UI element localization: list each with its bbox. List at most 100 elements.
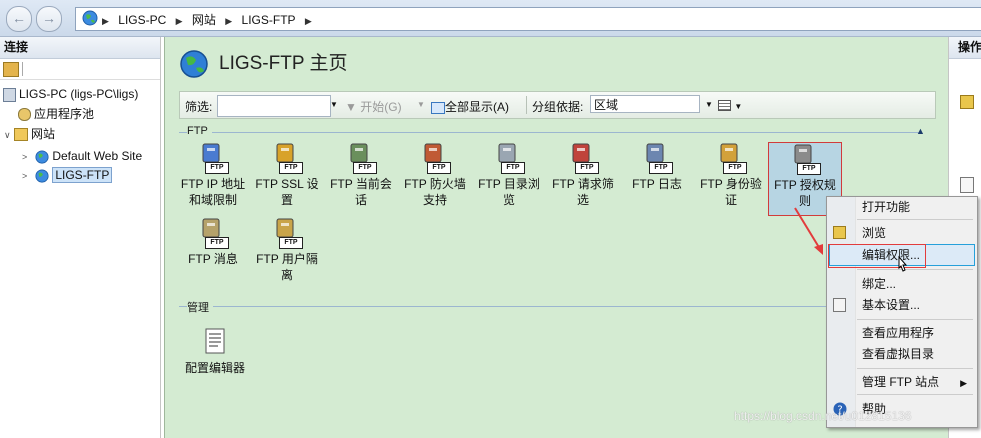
feature-config-editor[interactable]: 配置编辑器 <box>177 326 253 376</box>
ftp-tag: FTP <box>501 162 525 174</box>
ftp-tag: FTP <box>353 162 377 174</box>
start-filter-button: ▼ 开始(G) <box>345 100 402 114</box>
basic-settings-icon <box>833 298 846 312</box>
menu-item-view-applications[interactable]: 查看应用程序 <box>862 323 934 343</box>
feature-label-line2: 置 <box>280 193 293 207</box>
address-bar: ← → ▶ LIGS-PC ▶ 网站 ▶ LIGS-FTP ▶ <box>0 0 981 37</box>
feature-ftp-user-isolation[interactable]: FTP FTP 用户隔离 <box>251 217 323 283</box>
menu-item-open-feature[interactable]: 打开功能 <box>862 197 910 217</box>
breadcrumb-server[interactable]: LIGS-PC <box>118 13 166 27</box>
menu-item-bindings[interactable]: 绑定... <box>862 274 896 294</box>
filter-label: 筛选: <box>185 100 213 114</box>
show-all-button[interactable]: 全部显示(A) <box>431 98 509 115</box>
tree-default-site-label: Default Web Site <box>52 149 143 163</box>
open-connection-icon[interactable] <box>3 62 19 77</box>
filter-dropdown-icon[interactable]: ▼ <box>330 100 338 109</box>
back-arrow-icon: ← <box>12 10 26 26</box>
feature-ftp-request-filter[interactable]: FTP FTP 请求筛选 <box>547 142 619 208</box>
feature-label-line2: 证 <box>724 193 737 207</box>
ftp-tag: FTP <box>723 162 747 174</box>
config-editor-icon <box>199 326 231 358</box>
view-mode-button[interactable]: ▼ <box>718 98 742 112</box>
feature-label: FTP SSL 设 <box>255 177 319 191</box>
ftp-tag: FTP <box>205 237 229 249</box>
feature-label-line2: 览 <box>502 193 515 207</box>
group-by-select[interactable]: 区域 <box>590 95 700 113</box>
expand-right-icon[interactable]: > <box>22 148 32 166</box>
ftp-tag: FTP <box>427 162 451 174</box>
menu-item-manage-ftp-site[interactable]: 管理 FTP 站点 <box>862 372 967 392</box>
watermark: https://blog.csdn.net/u012815136 <box>734 409 912 423</box>
feature-label: FTP 消息 <box>188 252 238 266</box>
tree-sites[interactable]: ∨ 网站 <box>4 125 55 143</box>
ftp-sessions-icon: FTP <box>345 142 377 174</box>
filter-input[interactable] <box>217 95 331 117</box>
settings-icon[interactable] <box>960 177 974 193</box>
group-dropdown-icon[interactable]: ▼ <box>705 100 713 109</box>
ftp-tag: FTP <box>797 163 821 175</box>
feature-ftp-logging[interactable]: FTP FTP 日志 <box>621 142 693 192</box>
tree-app-pools-label: 应用程序池 <box>34 107 95 121</box>
tree-server-label: LIGS-PC (ligs-PC\ligs) <box>19 87 139 101</box>
feature-label: 配置编辑器 <box>184 361 245 375</box>
tree-app-pools[interactable]: 应用程序池 <box>18 105 94 123</box>
ftp-tag: FTP <box>649 162 673 174</box>
address-path[interactable]: ▶ LIGS-PC ▶ 网站 ▶ LIGS-FTP ▶ <box>75 7 981 31</box>
feature-label-line2: 和域限制 <box>188 193 237 207</box>
feature-ftp-ssl[interactable]: FTP FTP SSL 设置 <box>251 142 323 208</box>
folder-sites-icon <box>14 128 28 142</box>
feature-label-line2: 支持 <box>422 193 447 207</box>
feature-label-line2: 选 <box>576 193 589 207</box>
tree-server[interactable]: LIGS-PC (ligs-PC\ligs) <box>3 85 138 103</box>
globe-icon <box>35 169 49 183</box>
feature-ftp-ip-domain[interactable]: FTP FTP IP 地址 和域限制 <box>177 142 249 208</box>
tree-sites-label: 网站 <box>31 127 56 141</box>
feature-ftp-dir-browse[interactable]: FTP FTP 目录浏览 <box>473 142 545 208</box>
connections-pane: 连接 LIGS-PC (ligs-PC\ligs) 应用程序池 ∨ 网站 > De… <box>0 37 161 438</box>
feature-ftp-messages[interactable]: FTP FTP 消息 <box>177 217 249 267</box>
globe-icon <box>180 50 208 78</box>
ftp-authz-icon: FTP <box>789 143 821 175</box>
ftp-tag: FTP <box>279 162 303 174</box>
context-menu: 打开功能 浏览 编辑权限... 绑定... 基本设置... 查看应用程序 查看虚… <box>826 196 978 428</box>
feature-ftp-auth[interactable]: FTP FTP 身份验证 <box>695 142 767 208</box>
app-pool-icon <box>18 108 31 122</box>
connections-toolbar <box>0 59 160 80</box>
feature-label: FTP 日志 <box>632 177 682 191</box>
annotation-arrow <box>794 207 823 255</box>
forward-button[interactable]: → <box>36 6 62 32</box>
explore-icon[interactable] <box>960 95 974 109</box>
breadcrumb-sites[interactable]: 网站 <box>192 13 216 27</box>
menu-item-view-virtual-dirs[interactable]: 查看虚拟目录 <box>862 344 934 364</box>
ftp-request-filter-icon: FTP <box>567 142 599 174</box>
feature-ftp-firewall[interactable]: FTP FTP 防火墙 支持 <box>399 142 471 208</box>
feature-label: FTP IP 地址 <box>180 177 246 191</box>
group-ftp-label: FTP <box>187 125 212 137</box>
group-by-label: 分组依据: <box>532 100 584 114</box>
page-title-text: LIGS-FTP 主页 <box>219 53 348 75</box>
ftp-ip-domain-icon: FTP <box>197 142 229 174</box>
view-icon <box>718 100 731 112</box>
breadcrumb-site[interactable]: LIGS-FTP <box>242 13 296 27</box>
ftp-firewall-icon: FTP <box>419 142 451 174</box>
ftp-tag: FTP <box>279 237 303 249</box>
ftp-dir-browse-icon: FTP <box>493 142 525 174</box>
collapse-icon[interactable]: ▲ <box>916 126 925 136</box>
globe-icon <box>35 150 49 164</box>
filter-toolbar: 筛选: ▼ ▼ 开始(G) ▼ 全部显示(A) 分组依据: 区域 ▼ ▼ <box>179 91 936 119</box>
menu-item-basic-settings[interactable]: 基本设置... <box>862 295 920 315</box>
tree-ftp-site[interactable]: > LIGS-FTP <box>22 166 113 185</box>
feature-label: FTP 身份验 <box>700 177 762 191</box>
expand-right-icon[interactable]: > <box>22 167 32 185</box>
page-title: LIGS-FTP 主页 <box>179 49 347 79</box>
tree-default-site[interactable]: > Default Web Site <box>22 147 142 165</box>
expand-down-icon[interactable]: ∨ <box>4 126 14 144</box>
menu-item-browse[interactable]: 浏览 <box>862 223 886 243</box>
back-button[interactable]: ← <box>6 6 32 32</box>
ftp-ssl-icon: FTP <box>271 142 303 174</box>
feature-ftp-sessions[interactable]: FTP FTP 当前会话 <box>325 142 397 208</box>
ftp-messages-icon: FTP <box>197 217 229 249</box>
submenu-arrow-icon: ▶ <box>960 378 967 388</box>
ftp-auth-icon: FTP <box>715 142 747 174</box>
group-manage-label: 管理 <box>187 299 213 315</box>
